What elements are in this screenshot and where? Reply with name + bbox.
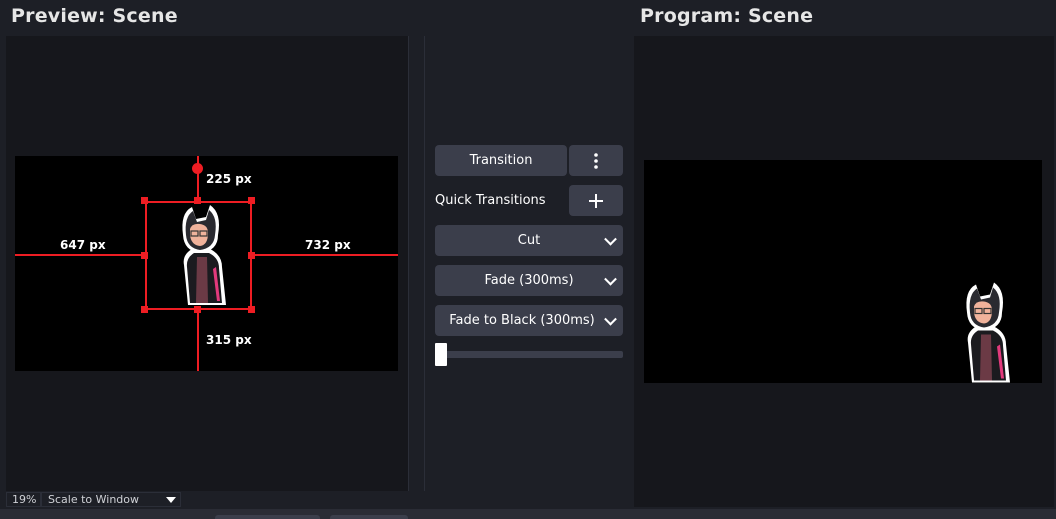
quick-transition-fade-to-black[interactable]: Fade to Black (300ms) — [435, 305, 623, 336]
chevron-down-icon — [604, 312, 617, 326]
dock-tab[interactable] — [330, 515, 408, 519]
quick-transition-label: Fade (300ms) — [484, 273, 574, 288]
resize-handle-bottom-left[interactable] — [141, 306, 148, 313]
dropdown-arrow-icon — [166, 497, 176, 503]
guide-bottom-line — [197, 310, 199, 371]
character-source-image — [966, 282, 1010, 383]
resize-handle-bottom[interactable] — [194, 306, 201, 313]
resize-handle-right[interactable] — [248, 252, 255, 259]
scale-mode-dropdown[interactable]: Scale to Window — [41, 492, 181, 507]
add-quick-transition-button[interactable] — [569, 185, 623, 216]
transition-button-label: Transition — [469, 153, 533, 168]
quick-transition-label: Fade to Black (300ms) — [449, 313, 595, 328]
guide-right-label: 732 px — [305, 238, 351, 252]
rotation-handle[interactable] — [192, 163, 203, 174]
resize-handle-bottom-right[interactable] — [248, 306, 255, 313]
transition-options-button[interactable] — [569, 145, 623, 176]
t-bar-track[interactable] — [435, 351, 623, 358]
guide-right-line — [252, 254, 398, 256]
dock-tab[interactable] — [215, 515, 320, 519]
quick-transition-label: Cut — [517, 233, 541, 248]
preview-title: Preview: Scene — [11, 5, 178, 27]
guide-left-label: 647 px — [60, 238, 106, 252]
dock-area — [0, 509, 1056, 519]
transition-button[interactable]: Transition — [435, 145, 567, 176]
program-title: Program: Scene — [640, 5, 814, 27]
quick-transition-fade[interactable]: Fade (300ms) — [435, 265, 623, 296]
preview-status-bar: 19% Scale to Window — [6, 492, 408, 507]
resize-handle-top-right[interactable] — [248, 197, 255, 204]
guide-left-line — [15, 254, 144, 256]
quick-transition-cut[interactable]: Cut — [435, 225, 623, 256]
chevron-down-icon — [604, 232, 617, 246]
scale-mode-label: Scale to Window — [48, 493, 140, 506]
chevron-down-icon — [604, 272, 617, 286]
quick-transitions-label: Quick Transitions — [435, 193, 546, 208]
program-canvas — [644, 160, 1042, 383]
zoom-level: 19% — [6, 492, 41, 507]
kebab-menu-icon — [594, 152, 598, 169]
source-selection-box[interactable] — [145, 201, 252, 310]
guide-bottom-label: 315 px — [206, 333, 252, 347]
resize-handle-top-left[interactable] — [141, 197, 148, 204]
t-bar-handle[interactable] — [435, 343, 447, 366]
resize-handle-left[interactable] — [141, 252, 148, 259]
guide-top-label: 225 px — [206, 172, 252, 186]
plus-icon — [589, 193, 603, 208]
preview-vertical-scrollbar[interactable] — [408, 36, 425, 491]
resize-handle-top[interactable] — [194, 197, 201, 204]
